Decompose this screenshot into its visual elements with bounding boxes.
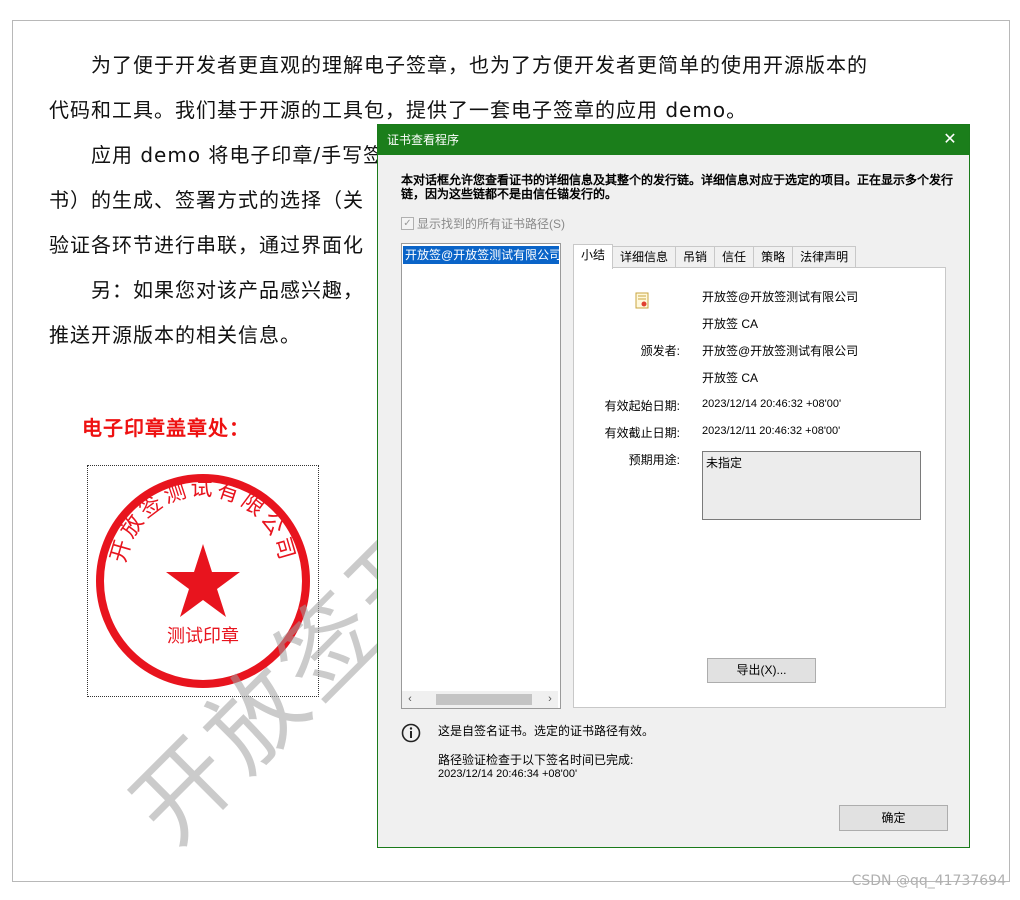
close-icon[interactable]: ✕ xyxy=(935,125,965,155)
horizontal-scrollbar[interactable]: ‹ › xyxy=(402,691,558,708)
show-all-paths-checkbox[interactable]: ✓ 显示找到的所有证书路径(S) xyxy=(401,215,565,232)
show-all-paths-label: 显示找到的所有证书路径(S) xyxy=(417,217,565,231)
seal-heading: 电子印章盖章处： xyxy=(82,416,250,440)
export-button[interactable]: 导出(X)... xyxy=(707,658,816,683)
issuer-label: 颁发者: xyxy=(640,344,680,358)
paragraph-line: 另：如果您对该产品感兴趣， xyxy=(49,278,364,302)
ok-button[interactable]: 确定 xyxy=(839,805,948,831)
certificate-icon xyxy=(635,292,649,309)
paragraph-line: 为了便于开发者更直观的理解电子签章，也为了方便开发者更简单的使用开源版本的 xyxy=(49,53,868,77)
tab-summary[interactable]: 小结 xyxy=(573,244,614,269)
issuer-name: 开放签@开放签测试有限公司 xyxy=(702,344,859,358)
purpose-label: 预期用途: xyxy=(628,453,680,467)
seal-star-icon xyxy=(166,544,240,617)
certificate-path-tree[interactable]: 开放签@开放签测试有限公司 ‹ › xyxy=(401,243,561,709)
tree-item-certificate[interactable]: 开放签@开放签测试有限公司 xyxy=(403,246,559,264)
scroll-right-icon[interactable]: › xyxy=(542,691,558,708)
paragraph-line: 应用 demo 将电子印章/手写签 xyxy=(49,143,385,167)
dialog-title: 证书查看程序 xyxy=(387,133,460,147)
valid-to-label: 有效截止日期: xyxy=(604,426,680,440)
tab-revocation[interactable]: 吊销 xyxy=(675,246,716,268)
tab-details[interactable]: 详细信息 xyxy=(612,246,677,268)
purpose-field[interactable]: 未指定 xyxy=(702,451,921,520)
dialog-titlebar[interactable]: 证书查看程序 ✕ xyxy=(378,125,969,155)
tab-legal[interactable]: 法律声明 xyxy=(792,246,857,268)
paragraph-line: 验证各环节进行串联，通过界面化 xyxy=(49,233,364,257)
valid-from-value: 2023/12/14 20:46:32 +08'00' xyxy=(702,398,842,410)
credit-watermark: CSDN @qq_41737694 xyxy=(851,873,1006,889)
paragraph-line: 书）的生成、签署方式的选择（关 xyxy=(49,188,364,212)
paragraph-line: 代码和工具。我们基于开源的工具包，提供了一套电子签章的应用 demo。 xyxy=(49,98,748,122)
summary-panel: 开放签@开放签测试有限公司 开放签 CA 颁发者: 开放签@开放签测试有限公司 … xyxy=(573,267,946,708)
validation-time: 2023/12/14 20:46:34 +08'00' xyxy=(438,768,578,780)
tab-bar: 小结 详细信息 吊销 信任 策略 法律声明 xyxy=(573,244,857,269)
valid-to-value: 2023/12/11 20:46:32 +08'00' xyxy=(702,425,841,437)
scroll-left-icon[interactable]: ‹ xyxy=(402,691,418,708)
path-validation-text: 路径验证检查于以下签名时间已完成: xyxy=(438,753,634,767)
scrollbar-thumb[interactable] xyxy=(436,694,532,705)
info-icon xyxy=(401,723,421,743)
subject-org: 开放签 CA xyxy=(702,317,759,331)
self-signed-status: 这是自签名证书。选定的证书路径有效。 xyxy=(438,724,655,738)
tab-trust[interactable]: 信任 xyxy=(714,246,755,268)
checkbox-check-icon: ✓ xyxy=(401,217,414,230)
dialog-description: 本对话框允许您查看证书的详细信息及其整个的发行链。详细信息对应于选定的项目。正在… xyxy=(401,173,954,201)
paragraph-line: 推送开源版本的相关信息。 xyxy=(49,323,301,347)
certificate-viewer-dialog: 证书查看程序 ✕ 本对话框允许您查看证书的详细信息及其整个的发行链。详细信息对应… xyxy=(377,124,970,848)
issuer-org: 开放签 CA xyxy=(702,371,759,385)
tab-policy[interactable]: 策略 xyxy=(753,246,794,268)
valid-from-label: 有效起始日期: xyxy=(604,399,680,413)
subject-name: 开放签@开放签测试有限公司 xyxy=(702,290,859,304)
